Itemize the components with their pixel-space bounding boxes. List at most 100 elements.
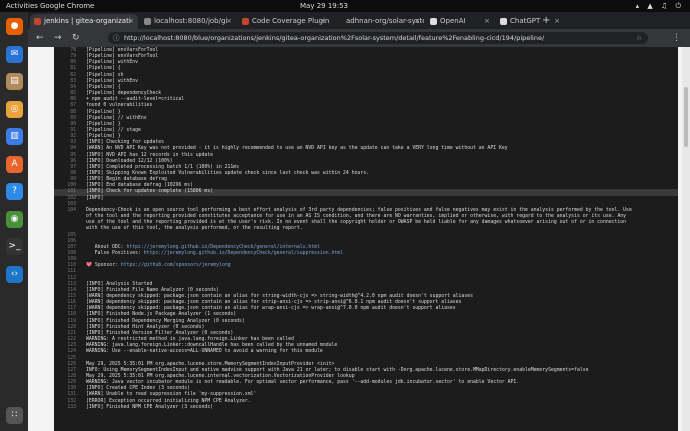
- log-text: [INFO] Checking for updates: [86, 140, 164, 146]
- chrome-icon[interactable]: ◉: [6, 210, 23, 228]
- back-icon[interactable]: ←: [36, 32, 44, 44]
- log-text: found 0 vulnerabilities: [86, 103, 153, 109]
- system-tray[interactable]: ▴ ▲ ♫ ⏻: [636, 2, 684, 11]
- tab-close-icon[interactable]: ×: [414, 14, 420, 29]
- browser-tab[interactable]: adhnan-org/solar-syste ×: [332, 14, 424, 29]
- scrollbar-thumb[interactable]: [684, 87, 688, 147]
- address-bar[interactable]: ⓘ http://localhost:8080/blue/organizatio…: [108, 32, 648, 44]
- page-content: 78 [Pipeline] envVarsForTool 79 [Pipeline] …: [28, 47, 690, 431]
- log-link[interactable]: https://jeremylong.github.io/DependencyC…: [144, 251, 343, 256]
- firefox-icon[interactable]: ●: [6, 18, 23, 35]
- log-text: [Pipeline] withEnv: [86, 78, 138, 84]
- clock[interactable]: May 29 19:53: [300, 2, 348, 10]
- browser-tab[interactable]: Code Coverage Plugin ×: [238, 14, 330, 29]
- log-text: [INFO] Completed processing batch 1/1 (1…: [86, 164, 240, 170]
- vscode-icon[interactable]: ‹›: [6, 265, 23, 283]
- log-text: [INFO] Skipping Known Exploited Vulnerab…: [86, 171, 370, 176]
- reload-icon[interactable]: ↻: [72, 32, 80, 44]
- tab-label: OpenAI: [440, 17, 466, 25]
- log-line: 133 [INFO] Finished NPM CPE Analyzer (3 s…: [54, 405, 678, 411]
- log-text: [INFO] Finished Dependency Merging Analy…: [86, 318, 245, 324]
- log-text: [Pipeline] {: [86, 84, 121, 90]
- log-text: [WARN] dependency skipped: package.json …: [86, 300, 462, 306]
- browser-tab[interactable]: ChatGPT ×: [496, 14, 564, 29]
- tab-close-icon[interactable]: ×: [484, 14, 490, 29]
- log-text: [INFO] Begin database defrag: [86, 177, 167, 183]
- log-text: [Pipeline] envVarsForTool: [86, 48, 159, 53]
- rhythmbox-icon[interactable]: ◎: [6, 100, 23, 118]
- browser-tab[interactable]: jenkins | gitea-organizati ×: [30, 14, 138, 29]
- page-scrollbar[interactable]: [682, 47, 690, 431]
- log-text: WARNING: Use --enable-native-access=ALL-…: [86, 349, 323, 355]
- tab-close-icon[interactable]: ×: [320, 14, 326, 29]
- browser-tab[interactable]: OpenAI ×: [426, 14, 494, 29]
- tab-favicon-icon: [500, 18, 507, 25]
- thunderbird-icon[interactable]: ✉: [6, 45, 23, 63]
- tab-favicon-icon: [34, 18, 41, 25]
- files-icon[interactable]: ▤: [6, 73, 23, 90]
- log-text: [Pipeline] dependencyCheck: [86, 91, 162, 97]
- software-icon[interactable]: A: [6, 155, 23, 173]
- url-text: http://localhost:8080/blue/organizations…: [124, 34, 545, 42]
- log-line-number[interactable]: 133: [58, 405, 76, 411]
- log-text: [INFO] Finished Node.js Package Analyzer…: [86, 312, 237, 318]
- tab-label: Code Coverage Plugin: [252, 17, 330, 25]
- log-text: [WARN] Unable to read suppression file '…: [86, 392, 257, 398]
- log-text: About ODC:: [86, 244, 127, 250]
- log-text: WARNING: java.lang.foreign.Linker::downc…: [86, 343, 338, 349]
- tab-favicon-icon: [242, 18, 249, 25]
- log-text: with the use of this tool, the analysis …: [86, 226, 303, 232]
- log-text: [INFO] Finished Hint Analyzer (0 seconds…: [86, 324, 205, 330]
- console-log: 78 [Pipeline] envVarsForTool 79 [Pipeline] …: [54, 47, 678, 431]
- tab-favicon-icon: [144, 18, 151, 25]
- log-text: [Pipeline] envVarsForTool: [86, 54, 159, 60]
- log-text: + npm audit --audit-level=critical: [86, 97, 185, 103]
- tab-label: localhost:8080/job/gi: [154, 17, 228, 25]
- log-line-text: [INFO] Finished NPM CPE Analyzer (3 seco…: [86, 405, 213, 411]
- app-menu[interactable]: Google Chrome: [40, 2, 94, 10]
- forward-icon[interactable]: →: [54, 32, 62, 44]
- tab-label: adhnan-org/solar-syste: [346, 17, 424, 25]
- log-text: [Pipeline] // withEnv: [86, 115, 147, 121]
- log-text: [INFO] Downloaded 12/12 (100%): [86, 158, 173, 164]
- tab-close-icon[interactable]: ×: [226, 14, 232, 29]
- log-text: [Pipeline] }: [86, 121, 121, 127]
- log-link[interactable]: https://jeremylong.github.io/DependencyC…: [126, 245, 320, 250]
- tab-close-icon[interactable]: ×: [554, 14, 560, 29]
- log-text: [INFO] NVD API has 12 records in this up…: [86, 152, 214, 158]
- tab-close-icon[interactable]: ×: [128, 14, 134, 29]
- new-tab-button[interactable]: +: [542, 12, 550, 29]
- bookmark-star-icon[interactable]: ☆: [636, 32, 642, 44]
- log-text: INFO: Using MemorySegmentIndexInput and …: [86, 367, 589, 373]
- log-text: [WARN] dependency skipped: package.json …: [86, 306, 456, 312]
- log-text: Dependency-Check is an open source tool …: [86, 207, 632, 213]
- browser-toolbar: ← → ↻ ⓘ http://localhost:8080/blue/organ…: [28, 29, 690, 47]
- log-link[interactable]: https://github.com/sponsors/jeremylong: [121, 263, 231, 268]
- log-text: [INFO] Finished File Name Analyzer (0 se…: [86, 287, 219, 293]
- log-text: [Pipeline] sh: [86, 72, 124, 78]
- dock: ● ✉ ▤ ◎ ▥ A? ◉ >_ ‹› ∷: [0, 12, 28, 431]
- log-text: [Pipeline] // stage: [86, 127, 141, 133]
- terminal-icon[interactable]: >_: [6, 238, 23, 255]
- tab-label: jenkins | gitea-organizati: [44, 17, 131, 25]
- site-info-icon[interactable]: ⓘ: [113, 32, 120, 44]
- log-text: [INFO]: [86, 195, 104, 201]
- log-text: [INFO] Analysis Started: [86, 281, 153, 287]
- tab-strip: jenkins | gitea-organizati × localhost:808…: [28, 12, 690, 29]
- browser-tab[interactable]: localhost:8080/job/gi ×: [140, 14, 236, 29]
- log-text: [INFO] Check for updates complete (15806…: [86, 189, 214, 195]
- log-text: [INFO] Finished NPM CPE Analyzer (3 seco…: [86, 404, 214, 410]
- log-text: [WARN] An NVD API Key was not provided -…: [86, 146, 508, 152]
- log-text: 💖 Sponsor:: [86, 263, 121, 269]
- apps-grid-icon[interactable]: ∷: [6, 407, 23, 424]
- tab-favicon-icon: [336, 18, 343, 25]
- log-text: [Pipeline] }: [86, 109, 121, 115]
- tab-label: ChatGPT: [510, 17, 541, 25]
- log-text: [INFO] End database defrag (10296 ms): [86, 183, 193, 189]
- activities-button[interactable]: Activities: [6, 2, 38, 10]
- writer-icon[interactable]: ▥: [6, 128, 23, 145]
- chrome-menu-icon[interactable]: ⋮: [672, 32, 681, 44]
- log-text: WARNING: Java vector incubator module is…: [86, 380, 520, 386]
- tab-favicon-icon: [430, 18, 437, 25]
- help-icon[interactable]: ?: [6, 183, 23, 200]
